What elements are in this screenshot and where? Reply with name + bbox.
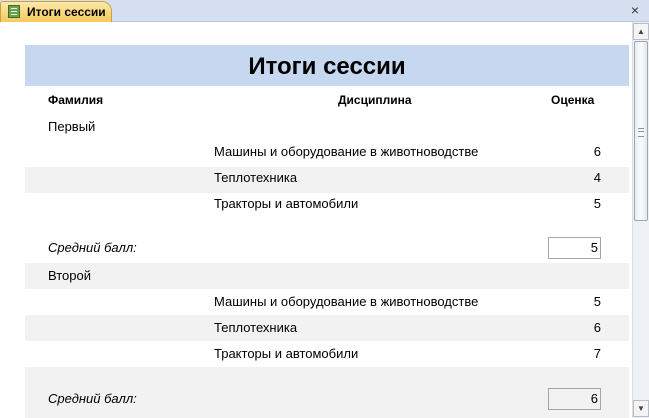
average-label: Средний балл:: [48, 391, 137, 406]
grip-icon: [638, 128, 644, 137]
discipline-cell: Тракторы и автомобили: [214, 346, 359, 361]
grade-cell: 6: [593, 320, 601, 335]
report-title: Итоги сессии: [248, 53, 406, 80]
average-label: Средний балл:: [48, 240, 137, 255]
average-value-field[interactable]: 5: [548, 237, 601, 259]
tab-itogi-sessii[interactable]: Итоги сессии: [0, 1, 112, 22]
grade-cell: 7: [593, 346, 601, 361]
table-row: [25, 315, 629, 341]
grade-cell: 5: [593, 196, 601, 211]
table-row: [25, 167, 629, 193]
close-icon[interactable]: ×: [627, 2, 643, 18]
column-header-discipline: Дисциплина: [338, 93, 412, 107]
column-header-surname: Фамилия: [48, 93, 104, 107]
discipline-cell: Машины и оборудование в животноводстве: [214, 294, 479, 309]
vertical-scrollbar[interactable]: ▲ ▼: [632, 22, 649, 418]
tab-label: Итоги сессии: [27, 5, 106, 19]
student-name: Первый: [48, 119, 96, 134]
grade-cell: 4: [593, 170, 601, 185]
report-icon: [8, 5, 20, 18]
scroll-up-icon[interactable]: ▲: [633, 23, 649, 40]
average-value-field[interactable]: 6: [548, 388, 601, 410]
scrollbar-thumb[interactable]: [634, 41, 648, 221]
group-header-row: [25, 263, 629, 289]
report-header: Итоги сессии: [25, 45, 629, 86]
column-header-grade: Оценка: [551, 93, 595, 107]
discipline-cell: Теплотехника: [214, 170, 298, 185]
document-tab-bar: Итоги сессии ×: [0, 0, 649, 22]
report-view: Итоги сессии Фамилия Дисциплина Оценка П…: [0, 22, 632, 418]
discipline-cell: Тракторы и автомобили: [214, 196, 359, 211]
discipline-cell: Теплотехника: [214, 320, 298, 335]
student-name: Второй: [48, 268, 91, 283]
grade-cell: 5: [593, 294, 601, 309]
discipline-cell: Машины и оборудование в животноводстве: [214, 144, 479, 159]
grade-cell: 6: [593, 144, 601, 159]
scroll-down-icon[interactable]: ▼: [633, 400, 649, 417]
